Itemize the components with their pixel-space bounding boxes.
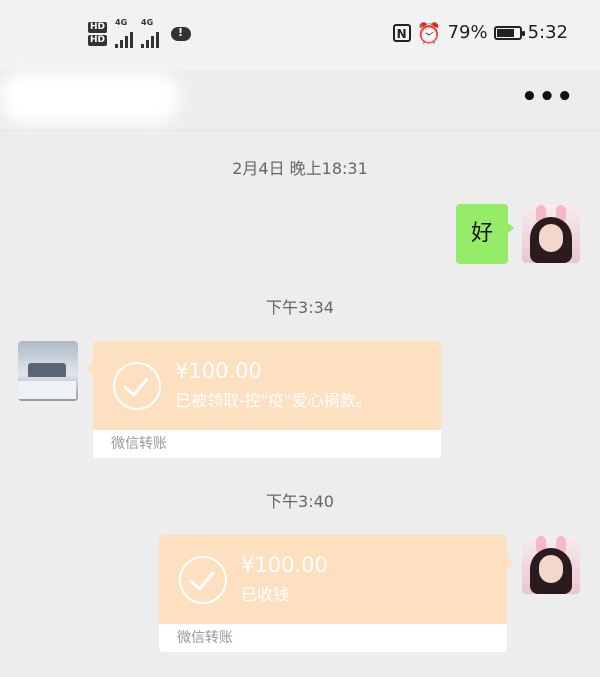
signal-bar	[130, 32, 134, 48]
self-avatar[interactable]	[522, 536, 580, 594]
signal-icon-2: 4G	[141, 18, 160, 48]
status-bar: HD HD 4G 4G N ⏰ 79% 5:32	[0, 0, 600, 70]
signal-bar	[156, 32, 160, 48]
transfer-amount: ¥100.00	[241, 553, 328, 577]
alarm-icon: ⏰	[416, 20, 442, 45]
signal-bar	[125, 36, 129, 48]
self-avatar[interactable]	[522, 205, 580, 263]
transfer-footer: 微信转账	[93, 430, 441, 458]
message-timestamp: 2月4日 晚上18:31	[232, 159, 368, 178]
transfer-card-body: ¥100.00 已被领取-控"疫"爱心捐款。	[93, 341, 441, 430]
avatar-snow	[18, 381, 76, 399]
status-left-group: HD HD 4G 4G	[88, 14, 192, 54]
transfer-amount: ¥100.00	[175, 359, 262, 383]
transfer-description: 已被领取-控"疫"爱心捐款。	[175, 391, 372, 410]
transfer-card-incoming[interactable]: ¥100.00 已被领取-控"疫"爱心捐款。 微信转账	[86, 341, 441, 458]
transfer-card-outgoing[interactable]: ¥100.00 已收钱 微信转账	[159, 535, 514, 652]
chat-header: •••	[0, 70, 600, 131]
cloud-alert-icon	[171, 26, 192, 41]
signal-bar	[115, 44, 119, 48]
signal-bar	[151, 36, 155, 48]
signal-bar	[120, 40, 124, 48]
transfer-footer: 微信转账	[159, 624, 507, 652]
check-circle-icon	[113, 362, 161, 410]
hd-indicators: HD HD	[88, 22, 108, 46]
signal-bar	[146, 40, 150, 48]
battery-fill	[496, 28, 514, 37]
message-timestamp: 下午3:40	[266, 492, 334, 511]
avatar-building	[28, 363, 66, 377]
battery-percent: 79%	[447, 22, 488, 43]
more-options-button[interactable]: •••	[521, 82, 574, 112]
transfer-card-body: ¥100.00 已收钱	[159, 535, 507, 624]
nfc-icon: N	[392, 23, 411, 42]
message-timestamp: 下午3:34	[266, 298, 334, 317]
battery-icon	[493, 25, 525, 40]
signal-icon-1: 4G	[115, 18, 134, 48]
avatar-face	[539, 224, 563, 252]
clock: 5:32	[527, 22, 568, 43]
signal-bar	[141, 44, 145, 48]
network-type-1: 4G	[115, 18, 128, 27]
hd-badge-1: HD	[88, 22, 108, 33]
contact-name-blurred	[0, 72, 180, 124]
status-right-group: N ⏰ 79% 5:32	[392, 20, 568, 45]
transfer-description: 已收钱	[241, 585, 290, 604]
hd-badge-2: HD	[88, 35, 108, 46]
avatar-face	[539, 555, 563, 583]
check-circle-icon	[179, 556, 227, 604]
text-message-bubble[interactable]: 好	[456, 204, 514, 264]
network-type-2: 4G	[141, 18, 154, 27]
contact-avatar[interactable]	[18, 341, 78, 401]
